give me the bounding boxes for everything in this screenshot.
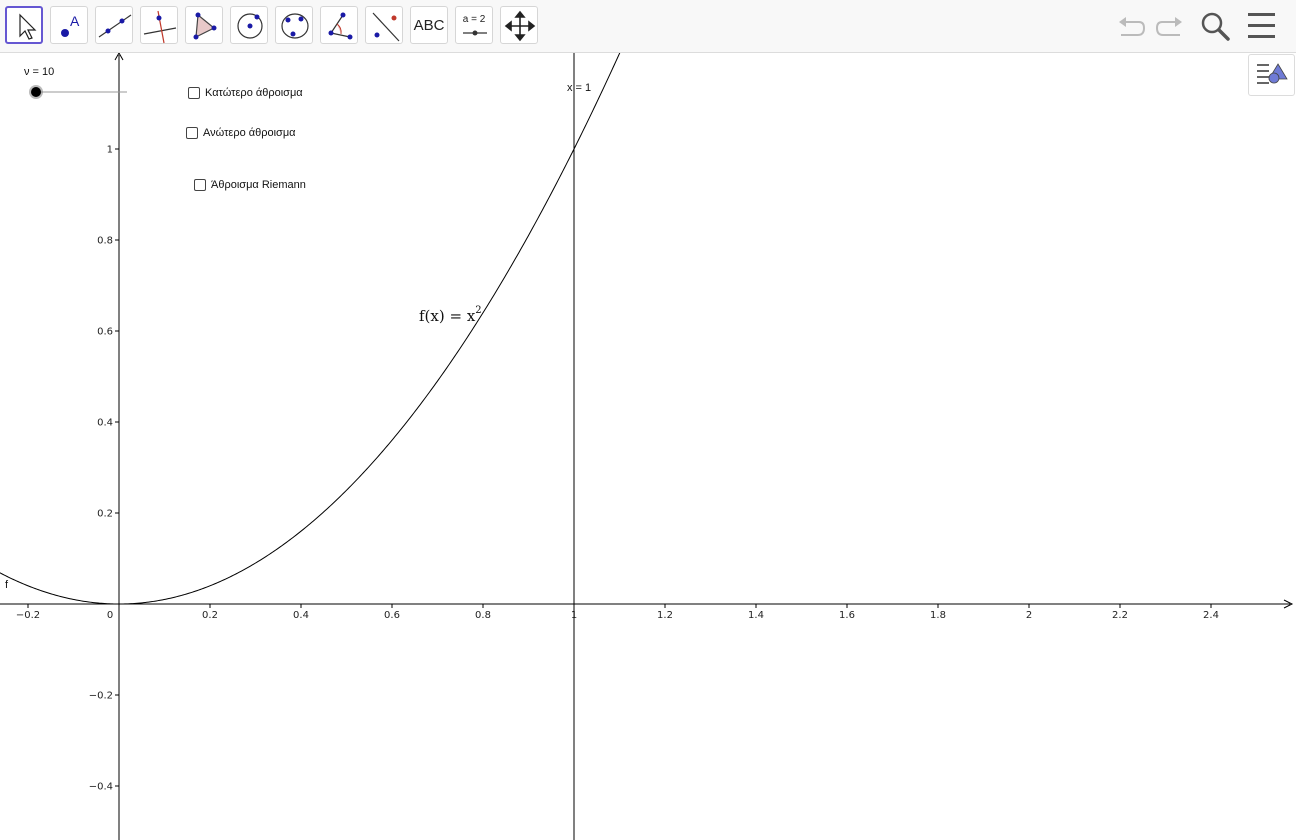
slider-n[interactable] bbox=[24, 84, 132, 102]
x-tick-label: 1.2 bbox=[657, 610, 673, 621]
undo-button[interactable] bbox=[1113, 8, 1149, 44]
move-graphics-view-tool-button[interactable] bbox=[500, 6, 538, 44]
slider-icon bbox=[463, 30, 487, 36]
axes: −0.200.20.40.60.811.21.41.61.822.22.410.… bbox=[0, 53, 1294, 840]
x-tick-label: 0 bbox=[107, 610, 113, 621]
y-tick-label: −0.4 bbox=[89, 782, 113, 793]
text-tool-label: ABC bbox=[413, 16, 445, 34]
function-graph[interactable] bbox=[0, 53, 624, 840]
perpendicular-line-icon bbox=[143, 10, 177, 44]
lower-sum-label: Κατώτερο άθροισμα bbox=[205, 87, 303, 99]
move-arrows-icon bbox=[504, 10, 536, 42]
parabola-curve[interactable] bbox=[0, 53, 624, 605]
x-tick-label: −0.2 bbox=[16, 610, 40, 621]
vertical-line-label[interactable]: x = 1 bbox=[567, 82, 591, 94]
x-tick-label: 1.8 bbox=[930, 610, 946, 621]
y-tick-label: 0.6 bbox=[97, 327, 113, 338]
circle-icon bbox=[237, 13, 263, 39]
y-tick-label: 0.8 bbox=[97, 236, 113, 247]
riemann-sum-label: Άθροισμα Riemann bbox=[211, 179, 306, 191]
slider-handle[interactable] bbox=[31, 87, 41, 97]
checkbox-box[interactable] bbox=[186, 127, 198, 139]
angle-icon bbox=[328, 12, 353, 40]
x-tick-label: 2 bbox=[1026, 610, 1032, 621]
reflect-icon bbox=[372, 12, 400, 42]
reflect-tool-button[interactable] bbox=[365, 6, 403, 44]
point-icon: A bbox=[61, 13, 80, 37]
line-tool-button[interactable] bbox=[95, 6, 133, 44]
upper-sum-label: Ανώτερο άθροισμα bbox=[203, 127, 296, 139]
checkbox-box[interactable] bbox=[194, 179, 206, 191]
x-tick-label: 0.4 bbox=[293, 610, 309, 621]
y-tick-label: 1 bbox=[107, 145, 113, 156]
checkbox-box[interactable] bbox=[188, 87, 200, 99]
conic-tool-button[interactable] bbox=[275, 6, 313, 44]
circle-tool-button[interactable] bbox=[230, 6, 268, 44]
conic-icon bbox=[281, 13, 309, 39]
x-tick-label: 1.6 bbox=[839, 610, 855, 621]
polygon-tool-button[interactable] bbox=[185, 6, 223, 44]
x-tick-label: 2.2 bbox=[1112, 610, 1128, 621]
search-button[interactable] bbox=[1197, 8, 1233, 44]
undo-icon bbox=[1119, 17, 1146, 36]
point-tool-button[interactable]: A bbox=[50, 6, 88, 44]
toolbar: A ABC a = 2 bbox=[0, 0, 1296, 53]
upper-sum-checkbox[interactable]: Ανώτερο άθροισμα bbox=[186, 127, 296, 139]
y-tick-label: 0.2 bbox=[97, 509, 113, 520]
angle-tool-button[interactable] bbox=[320, 6, 358, 44]
menu-icon bbox=[1248, 13, 1275, 38]
slider-tool-button[interactable]: a = 2 bbox=[455, 6, 493, 44]
x-tick-label: 0.6 bbox=[384, 610, 400, 621]
perpendicular-line-tool-button[interactable] bbox=[140, 6, 178, 44]
svg-text:A: A bbox=[70, 13, 80, 29]
x-tick-label: 2.4 bbox=[1203, 610, 1219, 621]
slider-label: ν = 10 bbox=[24, 66, 55, 78]
move-tool-button[interactable] bbox=[5, 6, 43, 44]
function-name-label[interactable]: f bbox=[5, 579, 8, 591]
line-icon bbox=[98, 14, 132, 38]
lower-sum-checkbox[interactable]: Κατώτερο άθροισμα bbox=[188, 87, 303, 99]
graphics-view[interactable]: −0.200.20.40.60.811.21.41.61.822.22.410.… bbox=[0, 53, 1296, 840]
riemann-sum-checkbox[interactable]: Άθροισμα Riemann bbox=[194, 179, 306, 191]
x-tick-label: 0.2 bbox=[202, 610, 218, 621]
menu-button[interactable] bbox=[1244, 8, 1280, 44]
text-tool-button[interactable]: ABC bbox=[410, 6, 448, 44]
polygon-icon bbox=[193, 12, 217, 40]
x-tick-label: 0.8 bbox=[475, 610, 491, 621]
cursor-arrow-icon bbox=[19, 13, 37, 40]
y-tick-label: 0.4 bbox=[97, 418, 113, 429]
function-label[interactable]: f(x) = x2 bbox=[419, 305, 482, 325]
y-tick-label: −0.2 bbox=[89, 691, 113, 702]
redo-button[interactable] bbox=[1152, 8, 1188, 44]
search-icon bbox=[1201, 12, 1230, 41]
x-tick-label: 1.4 bbox=[748, 610, 764, 621]
redo-icon bbox=[1155, 17, 1182, 36]
